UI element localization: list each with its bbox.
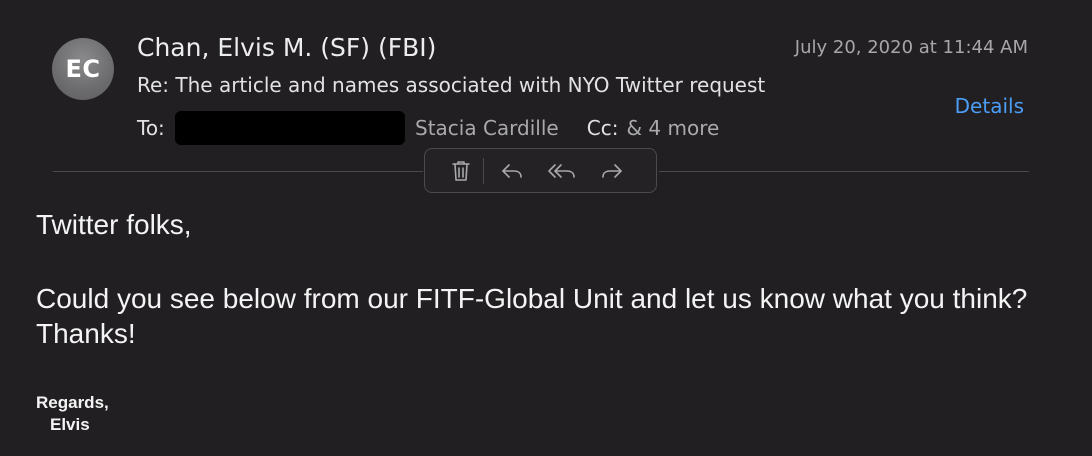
message-body: Could you see below from our FITF-Global… [36, 283, 1028, 349]
reply-all-icon [548, 163, 575, 178]
cc-more-link[interactable]: & 4 more [626, 116, 719, 140]
sender-avatar: EC [52, 38, 114, 100]
message-signature: Elvis [50, 415, 90, 434]
toolbar-separator [483, 157, 484, 184]
redacted-recipient [175, 111, 405, 145]
message-toolbar [424, 148, 657, 193]
details-link[interactable]: Details [955, 94, 1024, 118]
delete-button[interactable] [443, 153, 479, 189]
reply-icon [502, 163, 522, 178]
email-subject: Re: The article and names associated wit… [137, 73, 766, 97]
email-date: July 20, 2020 at 11:44 AM [794, 37, 1028, 58]
sender-name: Chan, Elvis M. (SF) (FBI) [137, 33, 437, 62]
reply-button[interactable] [494, 153, 530, 189]
cc-label: Cc: [586, 116, 619, 140]
forward-icon [602, 163, 622, 178]
reply-all-button[interactable] [544, 153, 580, 189]
to-label: To: [137, 116, 165, 140]
message-greeting: Twitter folks, [36, 209, 192, 240]
header-divider-left [53, 171, 423, 172]
recipients-row: To: Stacia Cardille Cc: & 4 more [137, 111, 719, 145]
message-regards: Regards, [36, 393, 109, 412]
recipient-name[interactable]: Stacia Cardille [415, 116, 559, 140]
header-divider-right [659, 171, 1029, 172]
trash-icon [452, 160, 470, 181]
forward-button[interactable] [594, 153, 630, 189]
